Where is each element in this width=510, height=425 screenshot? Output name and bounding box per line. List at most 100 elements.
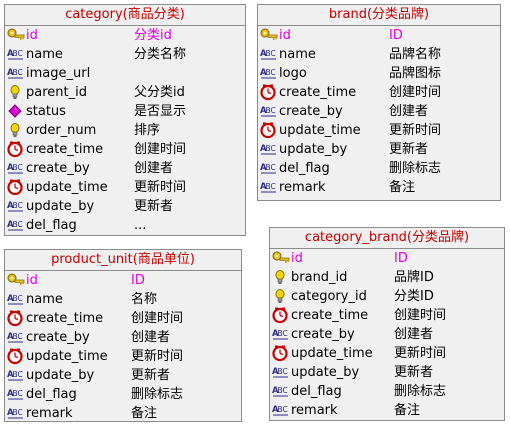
field-row[interactable]: create_time 创建时间 (5, 140, 245, 159)
field-name: create_by (291, 327, 355, 342)
field-row[interactable]: category_id 分类ID (270, 287, 504, 306)
field-row[interactable]: A B Cupdate_by 更新者 (5, 197, 245, 216)
field-row[interactable]: update_time 更新时间 (5, 178, 245, 197)
field-name: update_time (291, 346, 373, 361)
field-row[interactable]: brand_id 品牌ID (270, 268, 504, 287)
table-fields: id ID brand_id 品牌ID category_id 分类ID create_ti… (270, 249, 504, 420)
svg-text:C: C (271, 49, 276, 58)
field-name: del_flag (291, 384, 342, 399)
abc-text-icon: ABC (7, 386, 25, 403)
field-row[interactable]: id ID (270, 249, 504, 268)
svg-text:C: C (283, 405, 288, 414)
table-category[interactable]: category(商品分类) id 分类id A B C name 分类名称 A B Cimage… (4, 4, 246, 236)
field-comment: 品牌图标 (389, 66, 442, 81)
field-name: brand_id (291, 270, 348, 285)
field-row[interactable]: A B Cdel_flag 删除标志 (258, 159, 500, 178)
field-comment: 删除标志 (389, 161, 442, 176)
field-row[interactable]: A B Cupdate_by 更新者 (258, 140, 500, 159)
table-category-brand[interactable]: category_brand(分类品牌) id ID brand_id 品牌ID cat… (269, 227, 505, 421)
field-comment: 删除标志 (131, 387, 184, 402)
field-row[interactable]: A B Ccreate_by 创建者 (5, 159, 245, 178)
field-name: update_by (279, 142, 348, 157)
svg-text:C: C (18, 49, 23, 58)
field-row[interactable]: A B Cimage_url (5, 64, 245, 83)
field-row[interactable]: A B Cdel_flag 删除标志 (5, 385, 241, 404)
field-name: id (279, 28, 291, 43)
field-comment: ID (394, 251, 408, 266)
field-name: id (26, 273, 38, 288)
field-row[interactable]: update_time 更新时间 (258, 121, 500, 140)
field-row[interactable]: A B Cname 品牌名称 (258, 45, 500, 64)
field-name: image_url (26, 66, 91, 81)
abc-text-icon: ABC (260, 141, 278, 158)
svg-text:C: C (18, 68, 23, 77)
clock-icon (260, 122, 278, 139)
field-name: order_num (26, 123, 97, 138)
field-name: name (26, 292, 63, 307)
field-row[interactable]: create_time 创建时间 (270, 306, 504, 325)
field-comment: 分类名称 (134, 47, 187, 62)
field-name: update_by (291, 365, 360, 380)
field-row[interactable]: A B Cdel_flag 删除标志 (270, 382, 504, 401)
field-name: update_by (26, 368, 95, 383)
abc-text-icon: ABC (260, 103, 278, 120)
table-product-unit[interactable]: product_unit(商品单位) id ID A B Cname 名称 create_t… (4, 249, 242, 422)
field-row[interactable]: A B Cupdate_by 更新者 (270, 363, 504, 382)
field-name: logo (279, 66, 307, 81)
field-name: name (279, 47, 316, 62)
field-row[interactable]: parent_id 父分类id (5, 83, 245, 102)
bulb-icon (7, 84, 25, 101)
table-title: brand(分类品牌) (258, 5, 500, 26)
field-row[interactable]: A B Cname 名称 (5, 290, 241, 309)
field-row[interactable]: update_time 更新时间 (270, 344, 504, 363)
field-row[interactable]: A B Cremark 备注 (5, 404, 241, 423)
field-row[interactable]: A B Cdel_flag... (5, 216, 245, 235)
field-comment: 名称 (131, 292, 158, 307)
field-name: update_time (26, 349, 108, 364)
table-brand[interactable]: brand(分类品牌) id ID A B C name 品牌名称 A B C logo 品牌图标 cr… (257, 4, 501, 201)
field-comment: 创建者 (389, 104, 429, 119)
field-comment: 创建时间 (131, 311, 184, 326)
field-comment: 父分类id (134, 85, 185, 100)
abc-text-icon: ABC (272, 326, 290, 343)
clock-icon (7, 310, 25, 327)
field-row[interactable]: order_num 排序 (5, 121, 245, 140)
field-row[interactable]: A B Cremark 备注 (270, 401, 504, 420)
field-comment: 分类ID (394, 289, 434, 304)
abc-text-icon: ABC (7, 217, 25, 234)
field-name: del_flag (26, 218, 77, 233)
field-name: remark (279, 180, 326, 195)
field-row[interactable]: A B Ccreate_by 创建者 (258, 102, 500, 121)
table-title: category(商品分类) (5, 5, 245, 26)
field-row[interactable]: status 是否显示 (5, 102, 245, 121)
field-name: name (26, 47, 63, 62)
field-row[interactable]: A B Clogo 品牌图标 (258, 64, 500, 83)
field-comment: ... (134, 218, 147, 233)
field-row[interactable]: A B Cremark 备注 (258, 178, 500, 197)
svg-text:C: C (18, 163, 23, 172)
field-row[interactable]: A B Cname 分类名称 (5, 45, 245, 64)
field-comment: 创建者 (131, 330, 171, 345)
clock-icon (272, 307, 290, 324)
field-row[interactable]: id ID (258, 26, 500, 45)
key-icon (272, 250, 290, 267)
svg-text:C: C (18, 294, 23, 303)
field-row[interactable]: create_time 创建时间 (258, 83, 500, 102)
field-row[interactable]: A B Ccreate_by 创建者 (270, 325, 504, 344)
field-comment: 更新时间 (389, 123, 442, 138)
field-row[interactable]: id ID (5, 271, 241, 290)
field-name: remark (291, 403, 338, 418)
field-name: create_by (26, 161, 90, 176)
field-comment: 品牌名称 (389, 47, 442, 62)
field-row[interactable]: id 分类id (5, 26, 245, 45)
field-row[interactable]: create_time 创建时间 (5, 309, 241, 328)
abc-text-icon: ABC (272, 383, 290, 400)
abc-text-icon: ABC (260, 160, 278, 177)
field-comment: 创建时间 (394, 308, 447, 323)
field-row[interactable]: A B Ccreate_by 创建者 (5, 328, 241, 347)
field-row[interactable]: A B Cupdate_by 更新者 (5, 366, 241, 385)
svg-text:C: C (18, 408, 23, 417)
field-comment: 备注 (389, 180, 416, 195)
field-comment: 更新者 (389, 142, 429, 157)
field-row[interactable]: update_time 更新时间 (5, 347, 241, 366)
